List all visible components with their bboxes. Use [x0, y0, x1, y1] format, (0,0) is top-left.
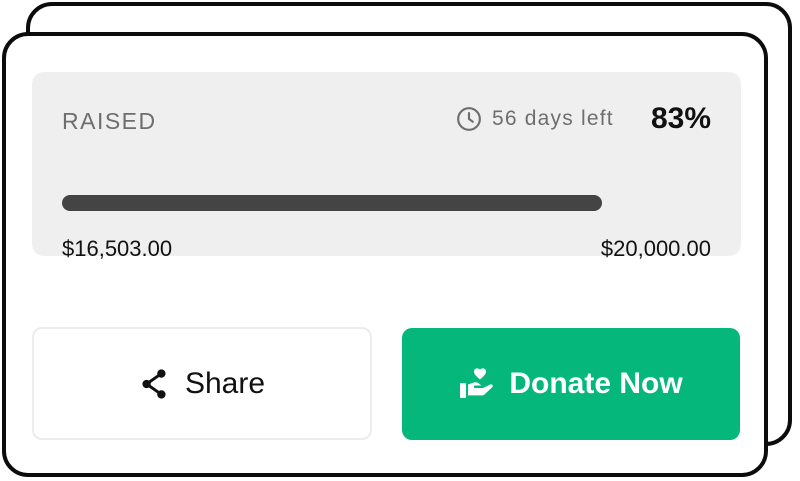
clock-icon	[456, 106, 482, 132]
progress-bar-fill	[62, 195, 602, 211]
progress-panel: RAISED 56 days left 83% $16,503.00 $20,0…	[32, 72, 741, 261]
days-left-text: 56 days left	[492, 107, 614, 130]
goal-amount: $20,000.00	[600, 236, 711, 261]
progress-track	[62, 195, 712, 211]
days-left: 56 days left	[456, 106, 614, 132]
raised-label: RAISED	[62, 108, 157, 134]
percent-raised: 83%	[650, 102, 711, 135]
donate-now-button[interactable]: Donate Now	[402, 328, 740, 440]
donate-now-label: Donate Now	[509, 367, 683, 400]
donate-hand-heart-icon	[459, 367, 495, 401]
share-icon	[139, 368, 169, 400]
share-label: Share	[184, 366, 266, 400]
share-button[interactable]: Share	[32, 327, 372, 440]
donation-card: RAISED 56 days left 83% $16,503.00 $20,0…	[2, 32, 768, 477]
raised-amount: $16,503.00	[62, 236, 173, 261]
